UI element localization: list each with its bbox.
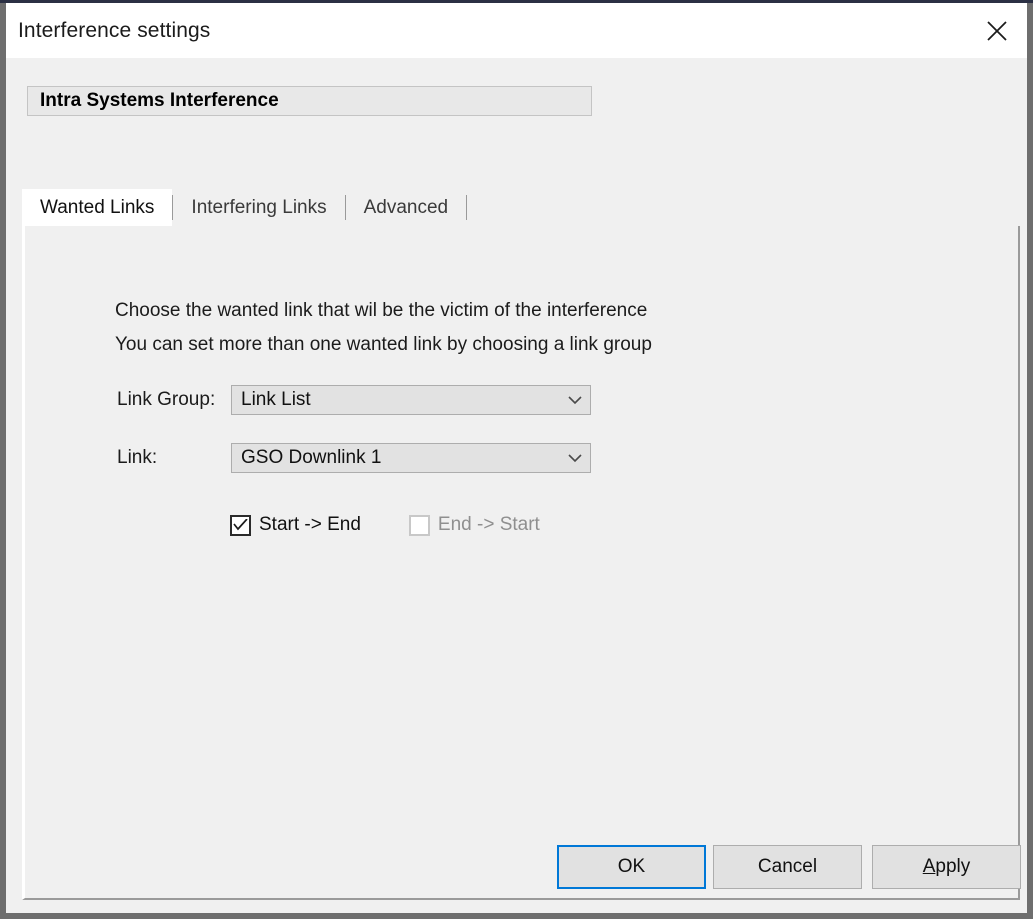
link-group-label: Link Group: [117, 389, 216, 410]
checkbox-box-unchecked [408, 514, 430, 536]
tab-panel-wanted-links: Choose the wanted link that wil be the v… [22, 226, 1020, 900]
link-select[interactable]: GSO Downlink 1 [231, 443, 591, 473]
group-header-label: Intra Systems Interference [40, 90, 279, 111]
link-group-select[interactable]: Link List [231, 385, 591, 415]
chevron-down-icon [560, 453, 590, 463]
dialog-footer: OK Cancel Apply [6, 839, 1027, 913]
cancel-button[interactable]: Cancel [713, 845, 862, 889]
direction-checkbox-row: Start -> End End -> Start [230, 514, 540, 536]
close-button[interactable] [967, 3, 1027, 58]
window-title: Interference settings [18, 18, 211, 42]
apply-accelerator: A [922, 856, 936, 877]
tab-wanted-links-label: Wanted Links [40, 196, 155, 218]
intro-line-1: Choose the wanted link that wil be the v… [115, 300, 648, 321]
apply-button[interactable]: Apply [872, 845, 1021, 889]
link-label: Link: [117, 447, 158, 468]
checkbox-box-checked [230, 514, 251, 536]
group-header-box: Intra Systems Interference [27, 86, 592, 116]
intro-text: Choose the wanted link that wil be the v… [115, 294, 652, 362]
tab-wanted-links[interactable]: Wanted Links [22, 189, 173, 226]
apply-button-label: Apply [923, 856, 971, 878]
cancel-button-label: Cancel [757, 856, 818, 877]
dialog-body: Intra Systems Interference Wanted Links … [6, 58, 1027, 913]
end-start-checkbox-label: End -> Start [437, 514, 540, 535]
tab-advanced-label: Advanced [363, 196, 449, 218]
apply-rest: pply [935, 856, 971, 877]
ok-button[interactable]: OK [557, 845, 706, 889]
start-end-checkbox-label: Start -> End [259, 514, 361, 535]
link-select-value: GSO Downlink 1 [241, 447, 382, 468]
interference-settings-dialog: Interference settings Intra Systems Inte… [0, 3, 1033, 919]
ok-button-label: OK [617, 856, 646, 877]
intro-line-2: You can set more than one wanted link by… [115, 334, 652, 355]
chevron-down-icon [560, 395, 590, 405]
title-bar: Interference settings [6, 3, 1027, 58]
end-start-checkbox[interactable]: End -> Start [408, 514, 540, 536]
checkmark-icon [233, 519, 248, 531]
tab-advanced[interactable]: Advanced [346, 189, 467, 226]
start-end-checkbox[interactable]: Start -> End [230, 514, 361, 536]
tab-interfering-links[interactable]: Interfering Links [173, 189, 344, 226]
tab-interfering-links-label: Interfering Links [191, 196, 327, 218]
tab-separator [466, 195, 468, 220]
close-icon [984, 18, 1010, 44]
link-group-select-value: Link List [241, 389, 311, 410]
tab-strip: Wanted Links Interfering Links Advanced [22, 189, 1020, 226]
